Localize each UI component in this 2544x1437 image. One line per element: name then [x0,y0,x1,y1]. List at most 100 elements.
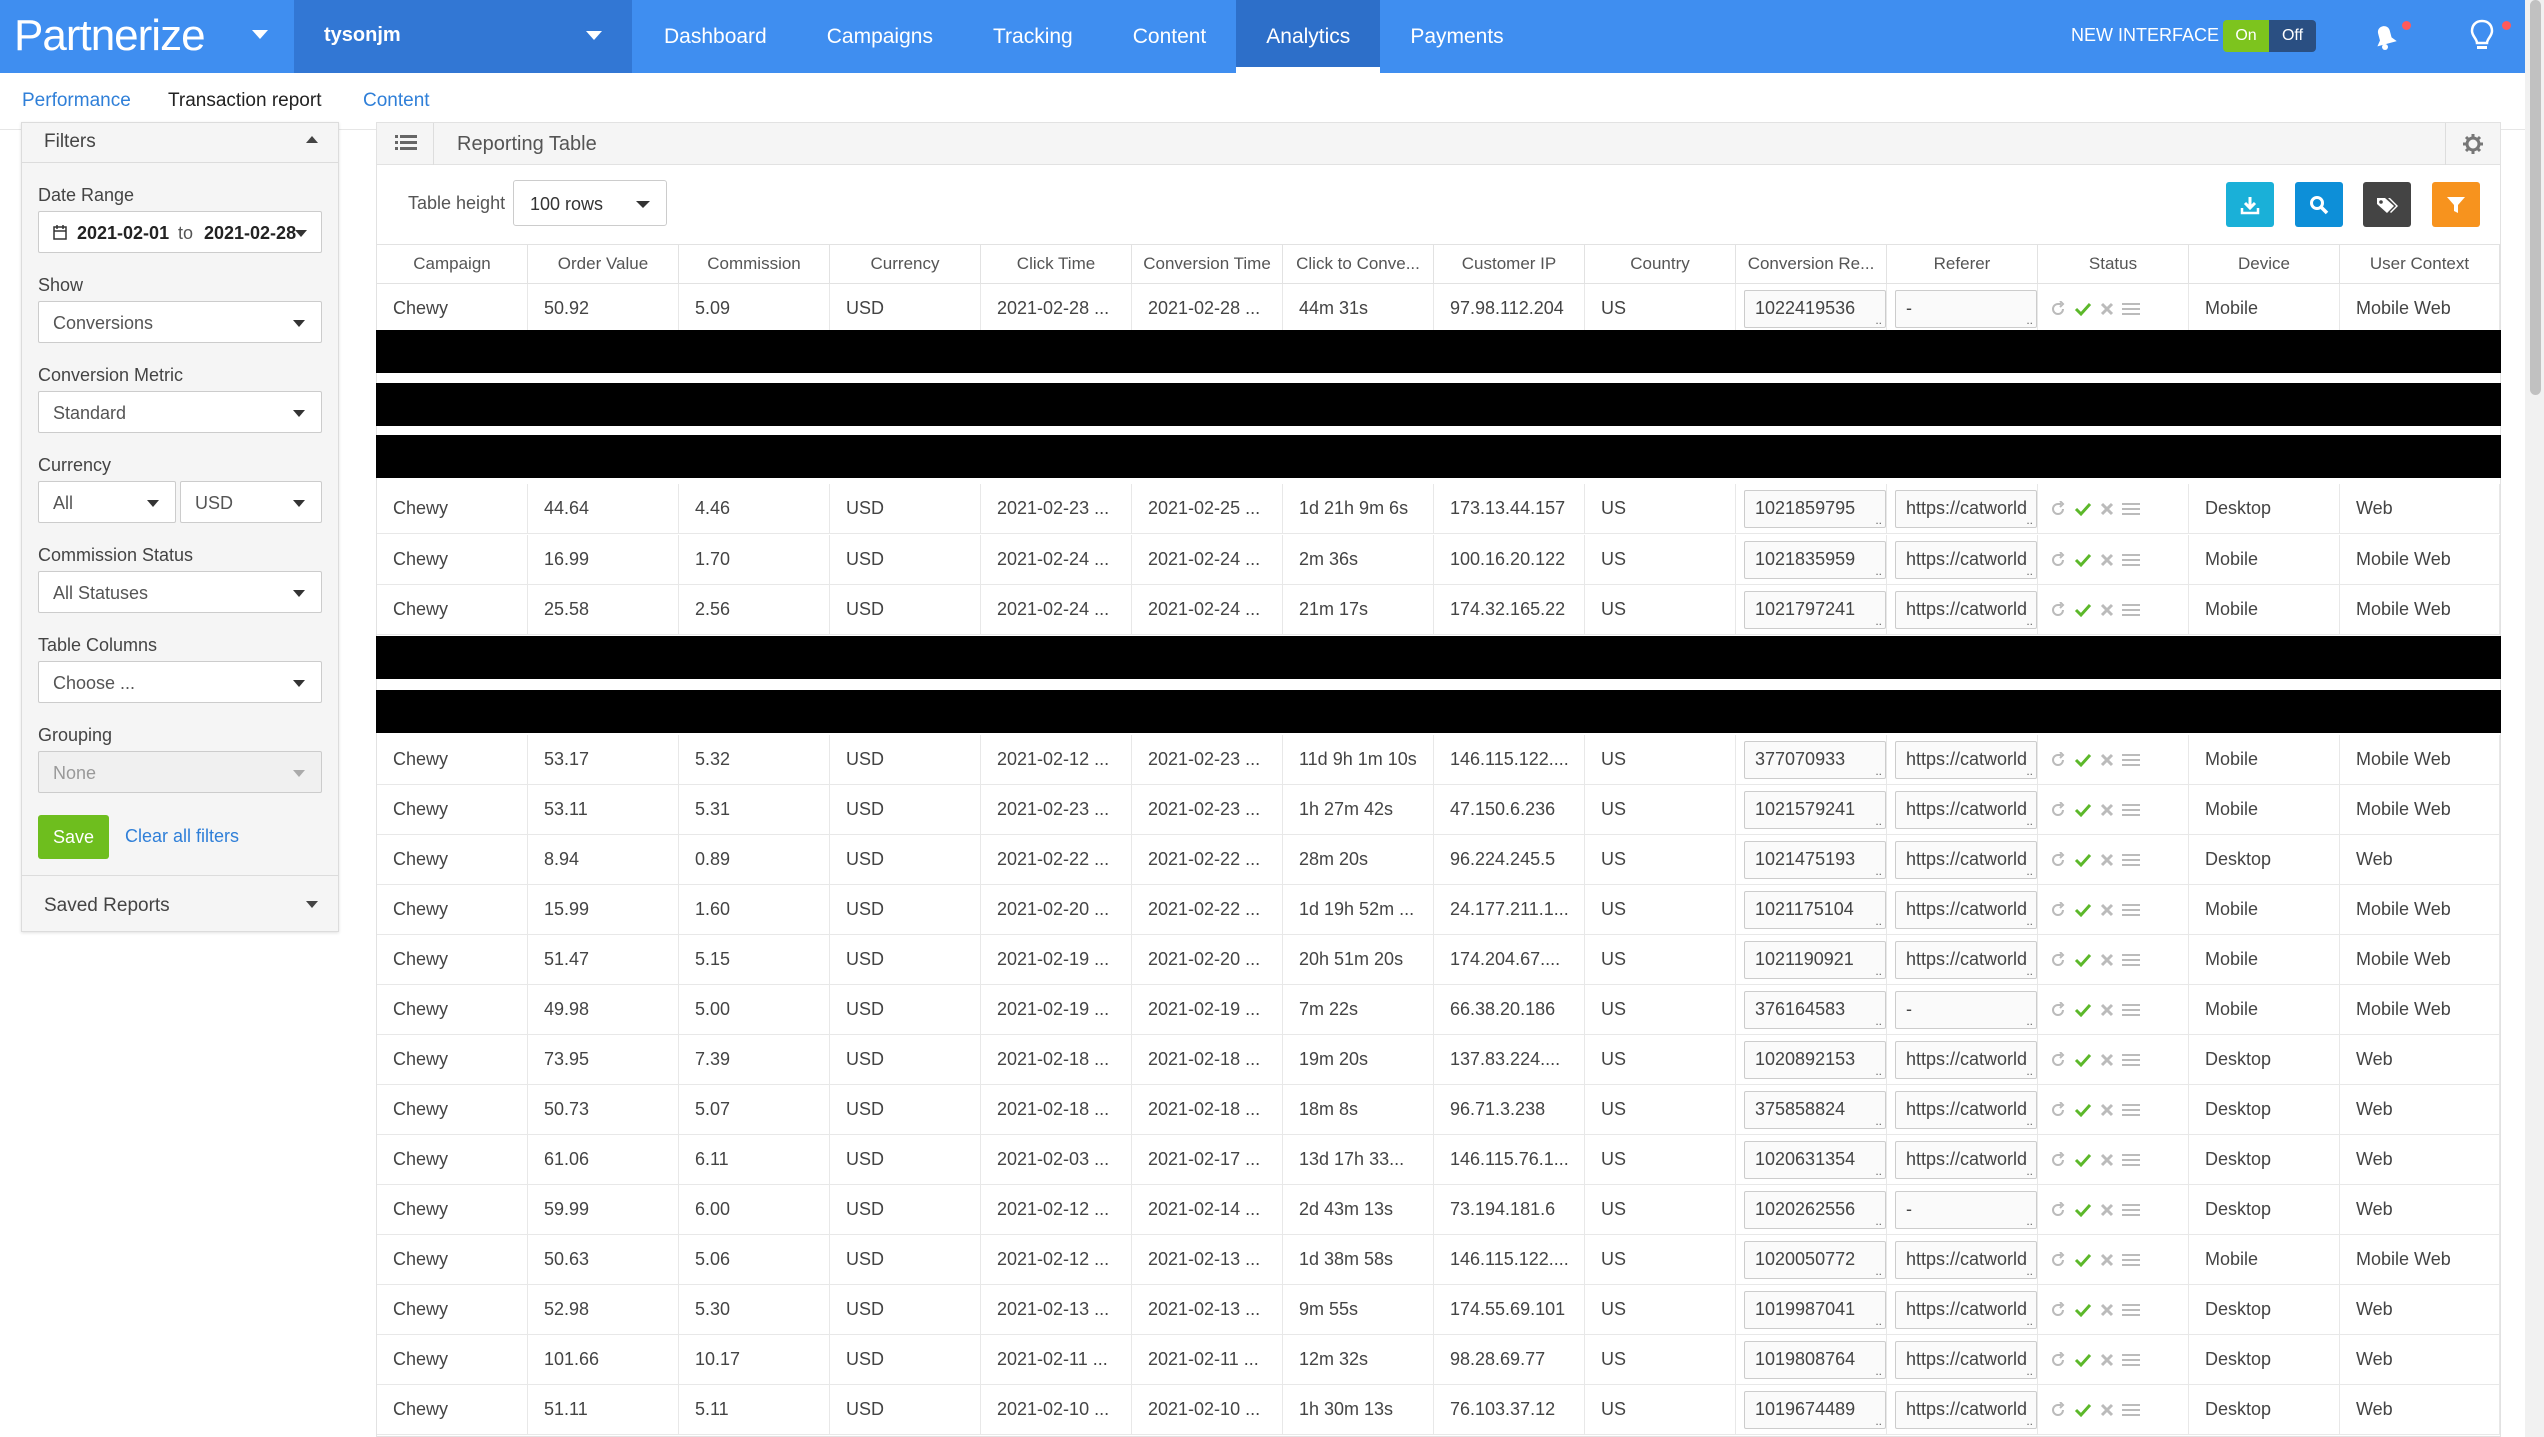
table-row[interactable]: Chewy 73.95 7.39 USD 2021-02-18 ... 2021-02-1… [377,1035,2500,1085]
logo-dropdown-caret-icon[interactable] [252,30,268,39]
conversion-reference-field[interactable]: 1021175104.. [1744,890,1886,929]
reject-x-icon[interactable] [2100,1253,2114,1267]
column-header-conversion-time[interactable]: Conversion Time [1132,245,1283,283]
reject-x-icon[interactable] [2100,903,2114,917]
approve-check-icon[interactable] [2074,501,2092,517]
conversion-reference-field[interactable]: 1021190921.. [1744,940,1886,979]
reject-x-icon[interactable] [2100,1153,2114,1167]
column-header-click-time[interactable]: Click Time [981,245,1132,283]
column-header-currency[interactable]: Currency [830,245,981,283]
reject-x-icon[interactable] [2100,953,2114,967]
refresh-icon[interactable] [2050,1251,2066,1268]
referer-field[interactable]: https://catworld.. [1895,1140,2037,1179]
reject-x-icon[interactable] [2100,1103,2114,1117]
scrollbar-thumb[interactable] [2530,0,2541,395]
list-icon[interactable] [395,133,417,153]
saved-reports-header[interactable]: Saved Reports [22,875,338,931]
gear-icon[interactable] [2462,133,2484,155]
table-row[interactable]: Chewy 53.11 5.31 USD 2021-02-23 ... 2021-02-2… [377,785,2500,835]
reject-x-icon[interactable] [2100,1203,2114,1217]
refresh-icon[interactable] [2050,901,2066,918]
new-interface-toggle[interactable]: On Off [2223,20,2316,52]
refresh-icon[interactable] [2050,1001,2066,1018]
table-row[interactable]: Chewy 52.98 5.30 USD 2021-02-13 ... 2021-02-1… [377,1285,2500,1335]
refresh-icon[interactable] [2050,801,2066,818]
approve-check-icon[interactable] [2074,301,2092,317]
currency-code-select[interactable]: USD [180,481,322,523]
collapse-up-icon[interactable] [306,136,318,143]
account-switcher[interactable]: tysonjm [294,0,632,73]
referer-field[interactable]: https://catworld.. [1895,1290,2037,1329]
conversion-reference-field[interactable]: 1022419536.. [1744,289,1886,328]
approve-check-icon[interactable] [2074,1402,2092,1418]
conversion-reference-field[interactable]: 1021797241.. [1744,590,1886,629]
conversion-reference-field[interactable]: 1021579241.. [1744,790,1886,829]
conversion-reference-field[interactable]: 1021835959.. [1744,540,1886,579]
referer-field[interactable]: https://catworld.. [1895,590,2037,629]
reject-x-icon[interactable] [2100,1303,2114,1317]
column-header-user-context[interactable]: User Context [2340,245,2500,283]
save-button[interactable]: Save [38,815,109,859]
conversion-reference-field[interactable]: 1019987041.. [1744,1290,1886,1329]
approve-check-icon[interactable] [2074,952,2092,968]
approve-check-icon[interactable] [2074,1152,2092,1168]
conversion-reference-field[interactable]: 376164583.. [1744,990,1886,1029]
column-header-commission[interactable]: Commission [679,245,830,283]
conversion-reference-field[interactable]: 375858824.. [1744,1090,1886,1129]
subnav-content[interactable]: Content [363,90,430,112]
conversion-reference-field[interactable]: 1020262556.. [1744,1190,1886,1229]
referer-field[interactable]: -.. [1895,289,2037,328]
refresh-icon[interactable] [2050,851,2066,868]
conversion-reference-field[interactable]: 1020631354.. [1744,1140,1886,1179]
refresh-icon[interactable] [2050,1051,2066,1068]
reject-x-icon[interactable] [2100,302,2114,316]
reject-x-icon[interactable] [2100,1053,2114,1067]
conversion-reference-field[interactable]: 377070933.. [1744,740,1886,779]
reject-x-icon[interactable] [2100,553,2114,567]
column-header-click-to-conversion[interactable]: Click to Conve... [1283,245,1434,283]
currency-scope-select[interactable]: All [38,481,176,523]
table-row[interactable]: Chewy 15.99 1.60 USD 2021-02-20 ... 2021-02-2… [377,885,2500,935]
search-button[interactable] [2295,182,2343,227]
approve-check-icon[interactable] [2074,1002,2092,1018]
approve-check-icon[interactable] [2074,1102,2092,1118]
filters-header[interactable]: Filters [22,123,338,163]
expand-down-icon[interactable] [306,901,318,908]
referer-field[interactable]: -.. [1895,1190,2037,1229]
reject-x-icon[interactable] [2100,603,2114,617]
conversion-reference-field[interactable]: 1021859795.. [1744,489,1886,528]
column-header-order-value[interactable]: Order Value [528,245,679,283]
menu-lines-icon[interactable] [2122,953,2140,967]
refresh-icon[interactable] [2050,1301,2066,1318]
table-row[interactable]: Chewy 16.99 1.70 USD 2021-02-24 ... 2021-02-2… [377,535,2500,585]
conversion-reference-field[interactable]: 1019808764.. [1744,1340,1886,1379]
reject-x-icon[interactable] [2100,502,2114,516]
commission-status-select[interactable]: All Statuses [38,571,322,613]
table-row[interactable]: Chewy 61.06 6.11 USD 2021-02-03 ... 2021-02-1… [377,1135,2500,1185]
approve-check-icon[interactable] [2074,902,2092,918]
reject-x-icon[interactable] [2100,803,2114,817]
approve-check-icon[interactable] [2074,1252,2092,1268]
table-row[interactable]: Chewy 25.58 2.56 USD 2021-02-24 ... 2021-02-2… [377,585,2500,635]
nav-tracking[interactable]: Tracking [963,0,1103,73]
refresh-icon[interactable] [2050,1351,2066,1368]
table-row[interactable]: Chewy 50.73 5.07 USD 2021-02-18 ... 2021-02-1… [377,1085,2500,1135]
referer-field[interactable]: https://catworld.. [1895,740,2037,779]
clear-all-filters-link[interactable]: Clear all filters [125,826,239,847]
reject-x-icon[interactable] [2100,1403,2114,1417]
table-row[interactable]: Chewy 8.94 0.89 USD 2021-02-22 ... 2021-02-22… [377,835,2500,885]
lightbulb-icon[interactable] [2467,18,2497,54]
table-row[interactable]: Chewy 49.98 5.00 USD 2021-02-19 ... 2021-02-1… [377,985,2500,1035]
table-row[interactable]: Chewy 44.64 4.46 USD 2021-02-23 ... 2021-02-2… [377,484,2500,534]
subnav-performance[interactable]: Performance [22,90,131,112]
subnav-transaction-report[interactable]: Transaction report [168,90,321,112]
menu-lines-icon[interactable] [2122,302,2140,316]
menu-lines-icon[interactable] [2122,1153,2140,1167]
refresh-icon[interactable] [2050,1401,2066,1418]
refresh-icon[interactable] [2050,951,2066,968]
menu-lines-icon[interactable] [2122,1103,2140,1117]
referer-field[interactable]: -.. [1895,990,2037,1029]
refresh-icon[interactable] [2050,751,2066,768]
conversion-reference-field[interactable]: 1020892153.. [1744,1040,1886,1079]
nav-dashboard[interactable]: Dashboard [634,0,797,73]
